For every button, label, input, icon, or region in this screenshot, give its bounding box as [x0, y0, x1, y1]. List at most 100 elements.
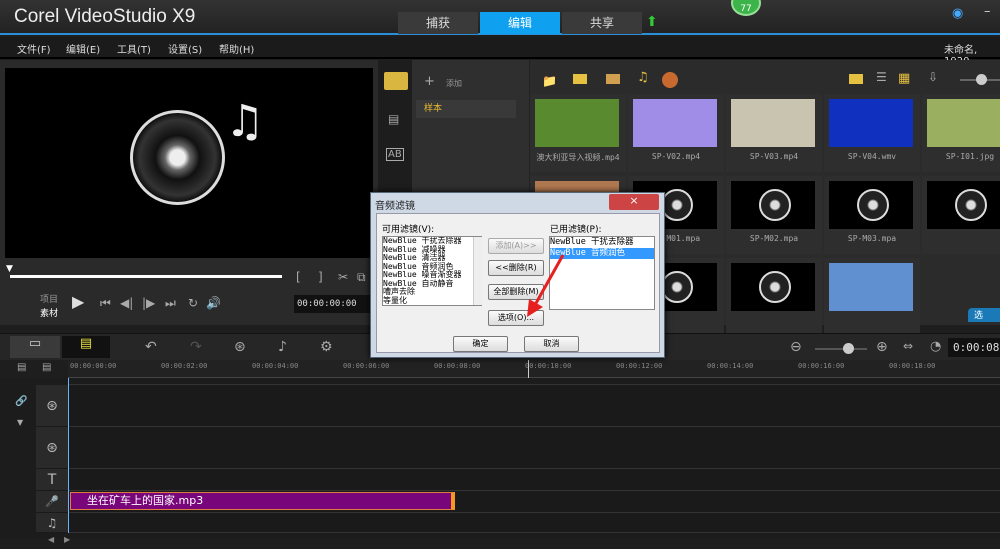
music-track[interactable] — [68, 513, 1000, 533]
effects-icon[interactable] — [662, 72, 678, 88]
show-audio-icon[interactable]: ♫ — [637, 70, 649, 85]
repeat-icon[interactable]: ↻ — [188, 296, 198, 310]
library-item[interactable] — [824, 258, 920, 336]
expand-arrow-icon[interactable]: ▼ — [17, 418, 23, 427]
library-item[interactable]: SP-V04.wmv — [824, 94, 920, 172]
ruler-cursor — [528, 360, 529, 378]
playhead-handle[interactable]: ▼ — [6, 264, 13, 274]
menu-edit[interactable]: 编辑(E) — [66, 41, 100, 56]
image-thumbnail — [927, 99, 1000, 147]
library-item[interactable]: 澳大利亚导入视频.mp4 — [530, 94, 626, 172]
add-button[interactable]: 添加(A)>> — [488, 238, 544, 254]
next-frame-icon[interactable]: |▶ — [142, 296, 155, 310]
fit-project-icon[interactable]: ⇔ — [903, 339, 913, 353]
menu-settings[interactable]: 设置(S) — [168, 41, 202, 56]
folder-icon[interactable]: 📁 — [542, 74, 557, 88]
play-button[interactable]: ▶ — [72, 292, 84, 311]
folder-sample[interactable]: 样本 — [416, 100, 516, 118]
title-icon[interactable]: AB — [386, 148, 404, 161]
zoom-in-icon[interactable]: ⊕ — [876, 339, 888, 355]
library-item[interactable]: SP-M02.mpa — [726, 176, 822, 254]
track-lock-icon[interactable]: 🔗 — [15, 396, 27, 407]
mode-project[interactable]: 项目 — [40, 292, 58, 305]
grid-view-icon[interactable]: ▦ — [898, 71, 910, 86]
ok-button[interactable]: 确定 — [453, 336, 508, 352]
record-capture-icon[interactable]: ⊛ — [234, 339, 246, 355]
menu-help[interactable]: 帮助(H) — [219, 41, 254, 56]
list-view-icon[interactable]: ☰ — [876, 70, 887, 84]
audio-thumbnail — [829, 181, 913, 229]
redo-icon[interactable]: ↷ — [190, 339, 202, 355]
library-item[interactable]: SP-M03.mpa — [824, 176, 920, 254]
video-track[interactable] — [68, 385, 1000, 427]
transition-icon[interactable]: ▤ — [388, 112, 399, 126]
show-photo-icon[interactable] — [606, 74, 620, 84]
sort-icon[interactable]: ⇩ — [928, 70, 938, 84]
close-button[interactable]: × — [609, 194, 659, 210]
show-video-icon[interactable] — [573, 74, 587, 84]
library-item[interactable] — [726, 258, 822, 336]
zoom-slider-handle[interactable] — [843, 343, 854, 354]
options-tab[interactable]: 选 — [968, 308, 1000, 322]
add-folder-label[interactable]: 添加 — [446, 78, 462, 89]
sound-mixer-icon[interactable]: ♪ — [278, 339, 287, 355]
add-folder-icon[interactable]: + — [424, 74, 435, 89]
thumb-view-icon[interactable] — [849, 74, 863, 84]
overlay-track[interactable] — [68, 427, 1000, 469]
ruler-tick-label: 00:00:02:00 — [161, 362, 208, 370]
globe-icon[interactable]: ◉ — [952, 6, 963, 21]
mark-out-button[interactable]: ] — [318, 270, 323, 284]
scroll-left-icon[interactable]: ◀ — [48, 535, 54, 544]
overlay-track-icon[interactable]: ⊛ — [36, 427, 68, 469]
project-duration: 0:00:08 — [948, 338, 1000, 357]
track-manager-icon[interactable]: ▤ — [17, 362, 26, 373]
notification-badge[interactable]: 77 — [731, 0, 761, 16]
microphone-icon[interactable]: 🎤 — [36, 491, 68, 513]
mode-clip[interactable]: 素材 — [40, 306, 58, 319]
library-item[interactable]: SP-V03.mp4 — [726, 94, 822, 172]
library-item[interactable]: SP-V02.mp4 — [628, 94, 724, 172]
menu-tools[interactable]: 工具(T) — [117, 41, 151, 56]
volume-icon[interactable]: 🔊 — [206, 296, 221, 310]
title-track[interactable] — [68, 469, 1000, 491]
list-scrollbar[interactable] — [473, 237, 482, 305]
library-item[interactable]: SP-I01.jpg — [922, 94, 1000, 172]
title-track-icon[interactable]: T — [36, 469, 68, 491]
timeline-ruler[interactable]: 00:00:00:00 00:00:02:00 00:00:04:00 00:00:0… — [68, 360, 1000, 378]
minimize-icon[interactable]: – — [984, 4, 991, 19]
home-icon[interactable]: ⏮ — [100, 296, 111, 311]
preview-panel: ♫ ▼ [ ] ✂ ⧉ 项目 素材 ▶ ⏮ ◀| |▶ ⏭ ↻ 🔊 00:00:… — [0, 60, 378, 325]
available-filters-list[interactable]: NewBlue 干扰去除器 NewBlue 减噪器 NewBlue 清洁器 NewBl… — [382, 236, 482, 306]
zoom-out-icon[interactable]: ⊖ — [790, 339, 802, 355]
copy-icon[interactable]: ⧉ — [357, 270, 366, 285]
prev-frame-icon[interactable]: ◀| — [120, 296, 133, 310]
chapter-icon[interactable]: ▤ — [42, 362, 51, 373]
tab-capture[interactable]: 捕获 — [398, 12, 478, 34]
library-item[interactable] — [922, 176, 1000, 254]
end-icon[interactable]: ⏭ — [165, 296, 176, 311]
upload-arrow-icon[interactable]: ⬆ — [646, 14, 658, 30]
undo-icon[interactable]: ↶ — [145, 339, 157, 355]
tab-edit[interactable]: 编辑 — [480, 12, 560, 34]
thumb-size-handle[interactable] — [976, 74, 987, 85]
timecode-field[interactable]: 00:00:00:00 — [294, 295, 372, 313]
timeline-view-icon[interactable]: ▤ — [62, 336, 110, 358]
mark-in-button[interactable]: [ — [296, 270, 301, 284]
tab-share[interactable]: 共享 — [562, 12, 642, 34]
zoom-slider[interactable] — [815, 348, 867, 350]
scrubber-bar[interactable] — [10, 275, 282, 278]
scroll-right-icon[interactable]: ▶ — [64, 535, 70, 544]
applied-filter-item[interactable]: NewBlue 干扰去除器 — [550, 237, 654, 248]
video-track-icon[interactable]: ⊛ — [36, 385, 68, 427]
audio-clip[interactable]: 坐在矿车上的国家.mp3 — [70, 492, 455, 510]
ruler-tick-label: 00:00:10:00 — [525, 362, 572, 370]
auto-music-icon[interactable]: ⚙ — [320, 339, 333, 355]
storyboard-view-icon[interactable]: ▭ — [10, 336, 60, 358]
available-filter-item[interactable]: 等量化 — [383, 296, 481, 306]
cancel-button[interactable]: 取消 — [524, 336, 579, 352]
menu-file[interactable]: 文件(F) — [17, 41, 51, 56]
split-icon[interactable]: ✂ — [338, 270, 348, 284]
app-title: Corel VideoStudio X9 — [14, 6, 196, 27]
music-track-icon[interactable]: ♫ — [36, 513, 68, 533]
media-icon[interactable] — [384, 72, 408, 90]
